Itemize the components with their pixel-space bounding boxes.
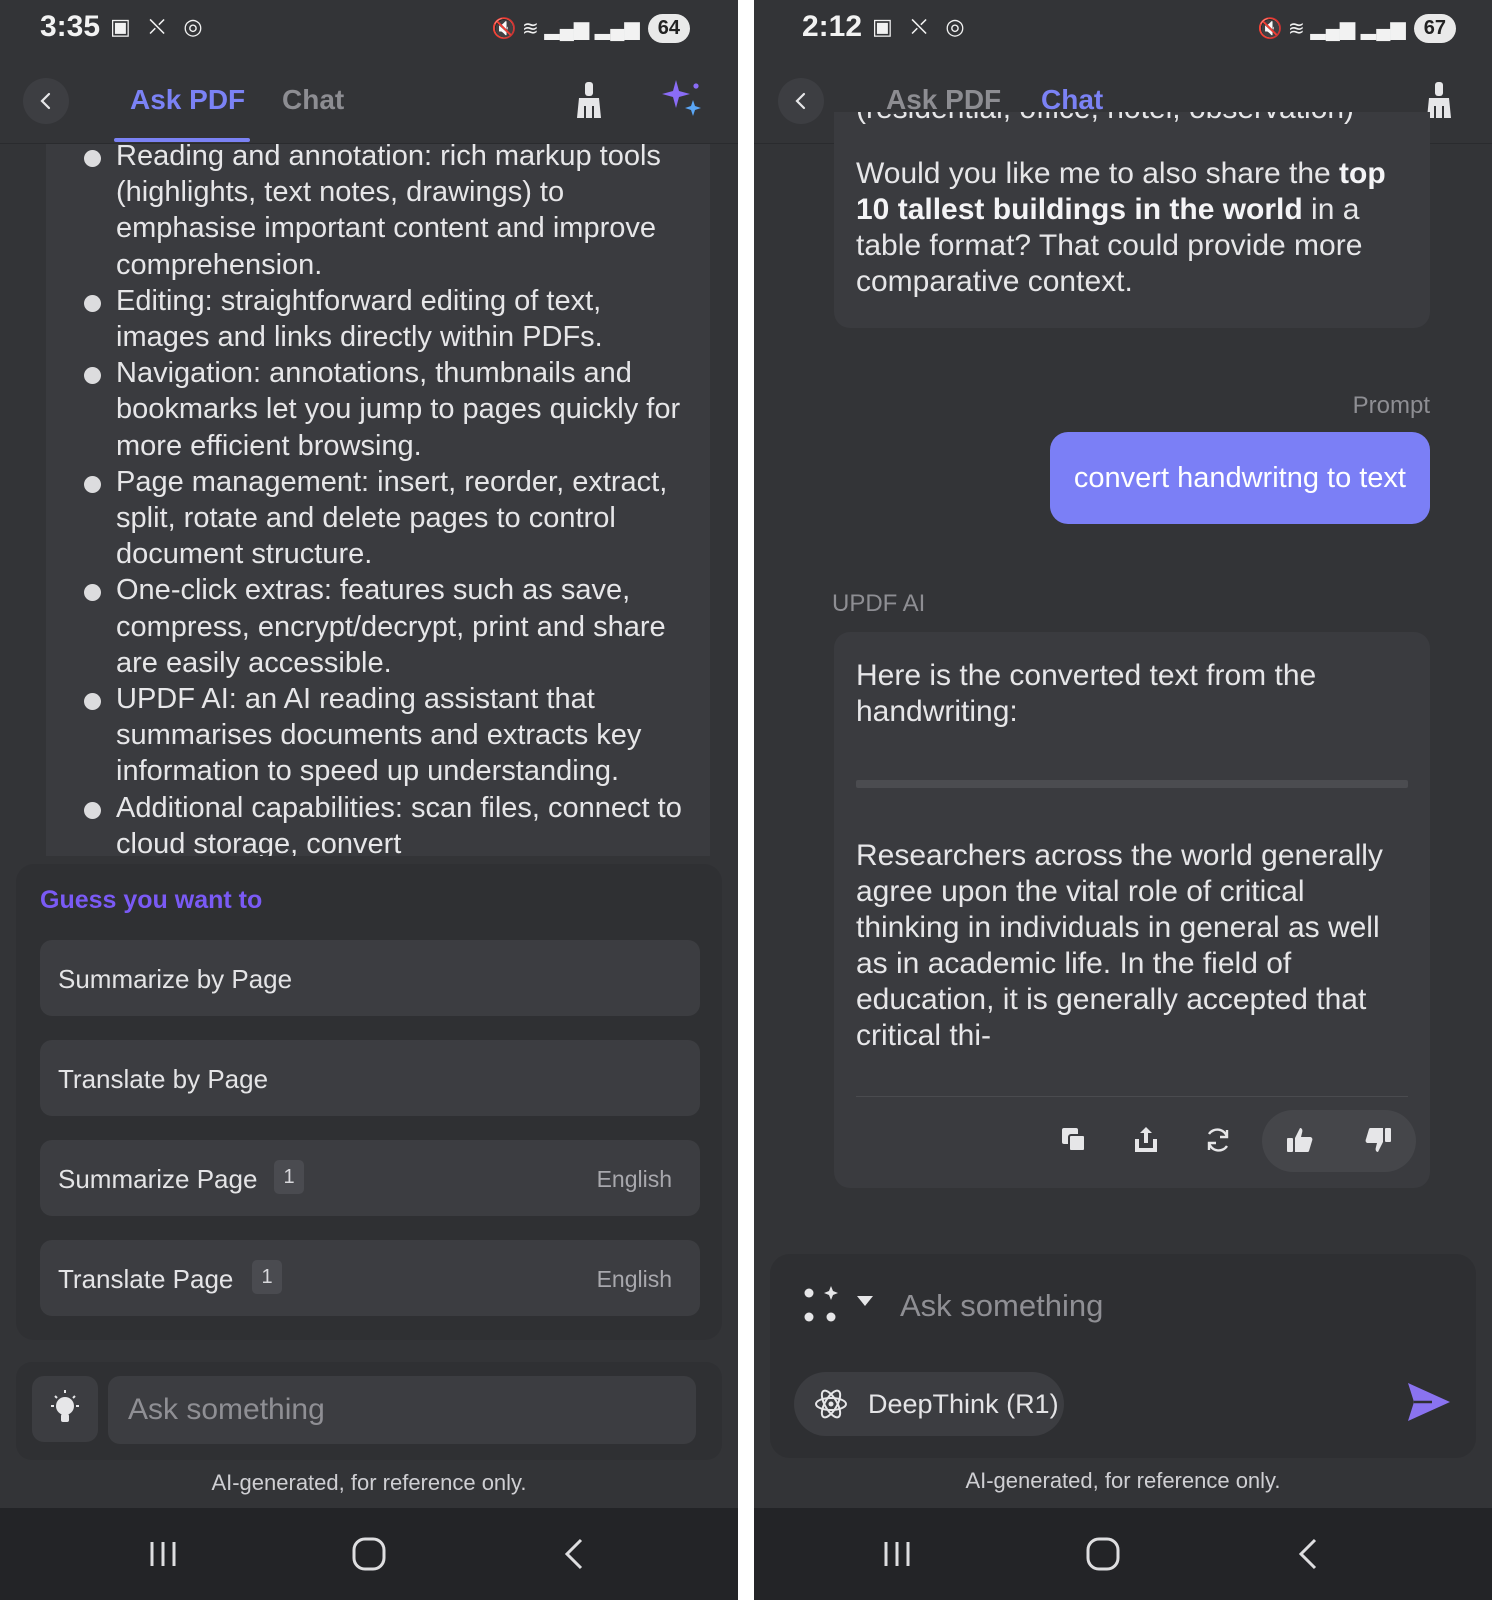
list-item: One-click extras: features such as save,… xyxy=(46,572,692,681)
suggest-translate-by-page[interactable]: Translate by Page xyxy=(40,1040,700,1116)
signal-icons: 🔇 ≋ ▂▄▆ ▂▄▆ xyxy=(1257,18,1406,40)
tab-ask-pdf[interactable]: Ask PDF xyxy=(130,84,245,116)
page-number-badge[interactable]: 1 xyxy=(274,1160,304,1194)
prompt-ideas-button[interactable] xyxy=(32,1376,98,1442)
previous-message-text: Would you like me to also share the top … xyxy=(856,156,1416,300)
list-item: Reading and annotation: rich markup tool… xyxy=(46,144,692,283)
copy-icon xyxy=(1062,1128,1086,1152)
divider xyxy=(856,1096,1408,1097)
status-time: 3:35 xyxy=(40,10,101,43)
chat-composer: DeepThink (R1) xyxy=(770,1254,1476,1458)
chat-input[interactable] xyxy=(900,1278,1400,1334)
input-panel xyxy=(16,1362,722,1460)
suggest-summarize-by-page[interactable]: Summarize by Page xyxy=(40,940,700,1016)
atom-icon xyxy=(815,1389,847,1419)
regenerate-button[interactable] xyxy=(1198,1120,1238,1160)
list-item: UPDF AI: an AI reading assistant that su… xyxy=(46,681,692,790)
recents-button[interactable] xyxy=(143,1534,183,1574)
share-button[interactable] xyxy=(1126,1120,1166,1160)
deepthink-toggle[interactable]: DeepThink (R1) xyxy=(794,1372,1064,1436)
ask-input[interactable] xyxy=(108,1376,696,1444)
chevron-left-icon xyxy=(40,92,51,110)
list-item: Editing: straightforward editing of text… xyxy=(46,283,692,355)
suggest-translate-page[interactable]: Translate Page 1 English xyxy=(40,1240,700,1316)
suggest-label: Summarize Page xyxy=(58,1164,258,1194)
share-icon xyxy=(1135,1127,1157,1152)
recents-icon xyxy=(150,1542,176,1566)
battery-indicator: 64 xyxy=(647,14,690,43)
chevron-down-icon[interactable] xyxy=(856,1294,874,1308)
top-bar: Ask PDF Chat xyxy=(0,60,738,144)
divider xyxy=(856,780,1408,788)
recents-icon xyxy=(884,1542,910,1566)
suggest-label: Translate Page xyxy=(58,1264,234,1294)
page-number-badge[interactable]: 1 xyxy=(252,1260,282,1294)
status-time: 2:12 xyxy=(802,10,863,43)
deepthink-label: DeepThink (R1) xyxy=(868,1389,1059,1419)
right-screen: 2:12 ▣ ⛌ ◎ 🔇 ≋ ▂▄▆ ▂▄▆ 67 Ask PDF Chat (… xyxy=(754,0,1492,1600)
back-nav-icon xyxy=(1298,1538,1317,1570)
previous-message-cut-line: (residential, office, hotel, observation… xyxy=(856,112,1354,126)
thumbs-down-button[interactable] xyxy=(1358,1120,1398,1160)
home-button[interactable] xyxy=(1083,1534,1123,1574)
user-message-bubble: convert handwritng to text xyxy=(1049,432,1430,524)
suggest-label: Translate by Page xyxy=(58,1064,269,1094)
prompt-label: Prompt xyxy=(1352,392,1430,419)
active-tab-indicator xyxy=(114,138,250,142)
rating-group xyxy=(1262,1110,1416,1172)
dots-grid-icon[interactable] xyxy=(800,1284,842,1326)
thumbs-down-icon xyxy=(1365,1128,1391,1152)
status-right: 🔇 ≋ ▂▄▆ ▂▄▆ 67 xyxy=(1258,14,1456,43)
lightbulb-icon xyxy=(51,1390,79,1422)
language-select[interactable]: English xyxy=(597,1266,672,1293)
list-item: Navigation: annotations, thumbnails and … xyxy=(46,355,692,464)
ai-sender-label: UPDF AI xyxy=(832,590,926,617)
status-bar: 3:35 ▣ ⛌ ◎ 🔇 ≋ ▂▄▆ ▂▄▆ 64 xyxy=(0,0,738,58)
notification-icons: ▣ ⛌ ◎ xyxy=(110,14,209,39)
home-icon xyxy=(352,1537,386,1571)
copy-button[interactable] xyxy=(1054,1120,1094,1160)
answer-card: Reading and annotation: rich markup tool… xyxy=(46,144,710,856)
nav-back-button[interactable] xyxy=(1289,1534,1329,1574)
recents-button[interactable] xyxy=(877,1534,917,1574)
sparkle-icon[interactable] xyxy=(662,78,702,118)
ai-response-intro: Here is the converted text from the hand… xyxy=(856,659,1317,728)
thumbs-up-icon xyxy=(1287,1128,1313,1152)
broom-icon[interactable] xyxy=(574,80,604,120)
chevron-left-icon xyxy=(795,92,806,110)
back-button[interactable] xyxy=(778,78,824,124)
suggestions-panel: Guess you want to Summarize by Page Tran… xyxy=(16,864,722,1340)
send-icon[interactable] xyxy=(1406,1380,1452,1424)
disclaimer-text: AI-generated, for reference only. xyxy=(965,1468,1281,1493)
system-nav-bar xyxy=(754,1508,1492,1600)
suggest-label: Summarize by Page xyxy=(58,964,293,994)
back-button[interactable] xyxy=(23,78,69,124)
notification-icons: ▣ ⛌ ◎ xyxy=(872,14,971,39)
refresh-icon xyxy=(1207,1128,1229,1152)
previous-ai-message: (residential, office, hotel, observation… xyxy=(834,112,1430,328)
battery-indicator: 67 xyxy=(1413,14,1456,43)
home-icon xyxy=(1086,1537,1120,1571)
ai-response-card: Here is the converted text from the hand… xyxy=(834,632,1430,1188)
signal-icons: 🔇 ≋ ▂▄▆ ▂▄▆ xyxy=(491,18,640,40)
list-item: Additional capabilities: scan files, con… xyxy=(46,790,692,856)
suggest-summarize-page[interactable]: Summarize Page 1 English xyxy=(40,1140,700,1216)
thumbs-up-button[interactable] xyxy=(1280,1120,1320,1160)
status-bar: 2:12 ▣ ⛌ ◎ 🔇 ≋ ▂▄▆ ▂▄▆ 67 xyxy=(754,0,1492,58)
tab-chat[interactable]: Chat xyxy=(282,84,344,116)
suggestions-title: Guess you want to xyxy=(40,886,263,914)
status-right: 🔇 ≋ ▂▄▆ ▂▄▆ 64 xyxy=(492,14,690,43)
list-item: Page management: insert, reorder, extrac… xyxy=(46,464,692,573)
system-nav-bar xyxy=(0,1508,738,1600)
language-select[interactable]: English xyxy=(597,1166,672,1193)
left-screen: 3:35 ▣ ⛌ ◎ 🔇 ≋ ▂▄▆ ▂▄▆ 64 Ask PDF Chat R… xyxy=(0,0,738,1600)
ai-response-body: Researchers across the world generally a… xyxy=(856,839,1383,1052)
feature-list: Reading and annotation: rich markup tool… xyxy=(46,144,710,856)
home-button[interactable] xyxy=(349,1534,389,1574)
prev-text-pre: Would you like me to also share the xyxy=(856,157,1340,190)
disclaimer-text: AI-generated, for reference only. xyxy=(211,1470,527,1495)
back-nav-icon xyxy=(564,1538,583,1570)
nav-back-button[interactable] xyxy=(555,1534,595,1574)
